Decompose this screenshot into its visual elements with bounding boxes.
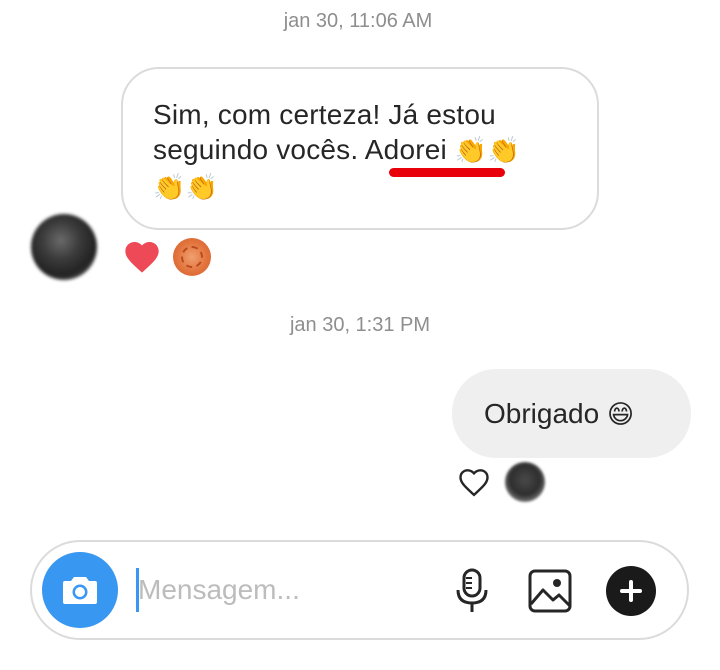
message-composer [30, 540, 689, 640]
incoming-message-line-1: Sim, com certeza! Já estou [153, 99, 496, 130]
timestamp-first: jan 30, 11:06 AM [283, 10, 433, 32]
message-input[interactable] [138, 564, 438, 616]
red-underline-annotation [389, 168, 505, 177]
reactor-avatar[interactable] [173, 238, 211, 276]
highlighted-word: Adorei [364, 134, 447, 165]
plus-icon [620, 580, 642, 602]
heart-outline-icon[interactable] [455, 464, 493, 500]
seen-by-avatar [505, 462, 545, 502]
camera-icon [63, 577, 97, 604]
camera-button[interactable] [42, 552, 118, 628]
clap-emoji: 👏👏 [454, 136, 521, 166]
outgoing-message-bubble[interactable]: Obrigado 😄 [452, 369, 691, 458]
plus-button[interactable] [606, 566, 656, 616]
timestamp-second: jan 30, 1:31 PM [289, 314, 431, 336]
microphone-icon[interactable] [452, 568, 492, 614]
incoming-message-line-2: seguindo vocês. [153, 134, 365, 165]
grinning-emoji: 😄 [606, 400, 635, 430]
sender-avatar[interactable] [31, 214, 97, 280]
image-icon[interactable] [527, 568, 573, 614]
heart-reaction-icon[interactable] [122, 237, 162, 277]
outgoing-message-text: Obrigado [484, 398, 600, 429]
clap-emoji: 👏👏 [153, 173, 219, 203]
incoming-message-bubble[interactable]: Sim, com certeza! Já estou seguindo você… [121, 67, 599, 230]
